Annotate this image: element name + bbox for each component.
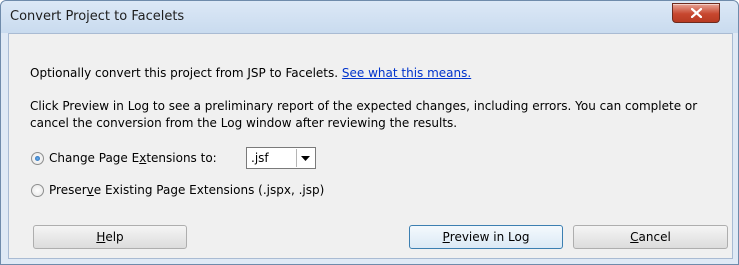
change-extensions-radio[interactable] [31,151,44,165]
chevron-down-icon [301,155,310,161]
see-what-this-means-link[interactable]: See what this means. [342,66,471,80]
intro-line: Optionally convert this project from JSP… [30,66,471,80]
extension-dropdown-arrow[interactable] [296,149,314,167]
preserve-extensions-option[interactable]: Preserve Existing Page Extensions (.jspx… [31,183,324,197]
help-button[interactable]: Help [33,225,187,249]
intro-text: Optionally convert this project from JSP… [30,66,342,80]
extension-dropdown[interactable]: .jsf [246,147,316,169]
extension-value: .jsf [251,151,269,165]
preserve-extensions-radio[interactable] [31,183,44,197]
close-icon [690,8,702,18]
change-extensions-option[interactable]: Change Page Extensions to: [31,151,217,165]
preview-in-log-button[interactable]: Preview in Log [409,225,563,249]
close-button[interactable] [672,3,720,23]
description-text: Click Preview in Log to see a preliminar… [30,99,698,130]
preserve-extensions-label: Preserve Existing Page Extensions (.jspx… [49,183,325,197]
title-bar[interactable]: Convert Project to Facelets [1,1,738,33]
change-extensions-label: Change Page Extensions to: [49,151,217,165]
cancel-button[interactable]: Cancel [573,225,728,249]
window-title: Convert Project to Facelets [10,9,185,24]
